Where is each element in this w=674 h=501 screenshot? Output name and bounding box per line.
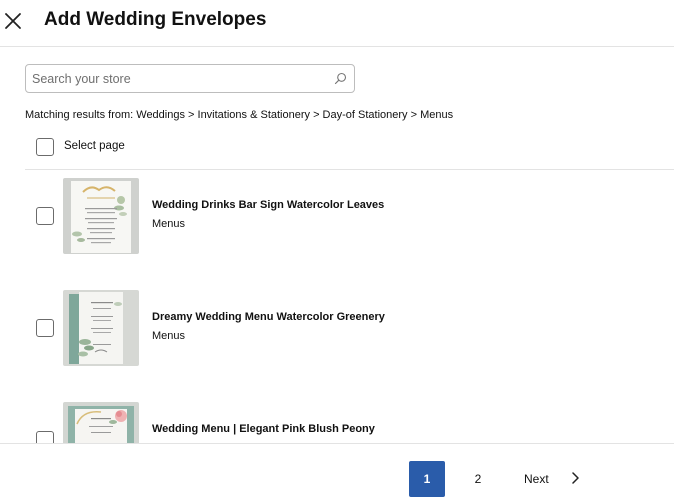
search-input[interactable] [27,66,332,91]
product-category: Menus [152,218,186,230]
product-checkbox[interactable] [36,207,54,225]
page-button-2[interactable]: 2 [460,461,496,497]
product-list[interactable]: Wedding Drinks Bar Sign Watercolor Leave… [0,170,674,443]
product-row: Wedding Menu | Elegant Pink Blush Peony [0,394,674,443]
next-button[interactable]: Next [524,461,594,497]
breadcrumb: Matching results from: Weddings > Invita… [25,109,454,121]
product-thumbnail[interactable] [63,402,139,443]
product-row: Dreamy Wedding Menu Watercolor Greenery … [0,282,674,394]
product-checkbox[interactable] [36,319,54,337]
dialog-header: Add Wedding Envelopes [0,0,674,47]
product-category: Menus [152,330,186,342]
dialog-body: Matching results from: Weddings > Invita… [0,47,674,501]
product-title[interactable]: Wedding Drinks Bar Sign Watercolor Leave… [152,199,384,211]
pagination: 1 2 Next [0,443,674,501]
search-box [25,64,355,93]
product-title[interactable]: Dreamy Wedding Menu Watercolor Greenery [152,311,385,323]
select-page-label: Select page [64,140,125,152]
search-icon[interactable] [334,72,347,85]
page-button-1[interactable]: 1 [409,461,445,497]
product-title[interactable]: Wedding Menu | Elegant Pink Blush Peony [152,423,375,435]
product-row: Wedding Drinks Bar Sign Watercolor Leave… [0,170,674,282]
product-thumbnail[interactable] [63,290,139,366]
product-checkbox[interactable] [36,431,54,443]
select-page-checkbox[interactable] [36,138,54,156]
dialog-title: Add Wedding Envelopes [44,9,267,30]
chevron-right-icon [572,472,579,484]
product-thumbnail[interactable] [63,178,139,254]
close-icon [5,13,21,29]
close-button[interactable] [2,10,24,32]
next-label: Next [524,472,549,486]
